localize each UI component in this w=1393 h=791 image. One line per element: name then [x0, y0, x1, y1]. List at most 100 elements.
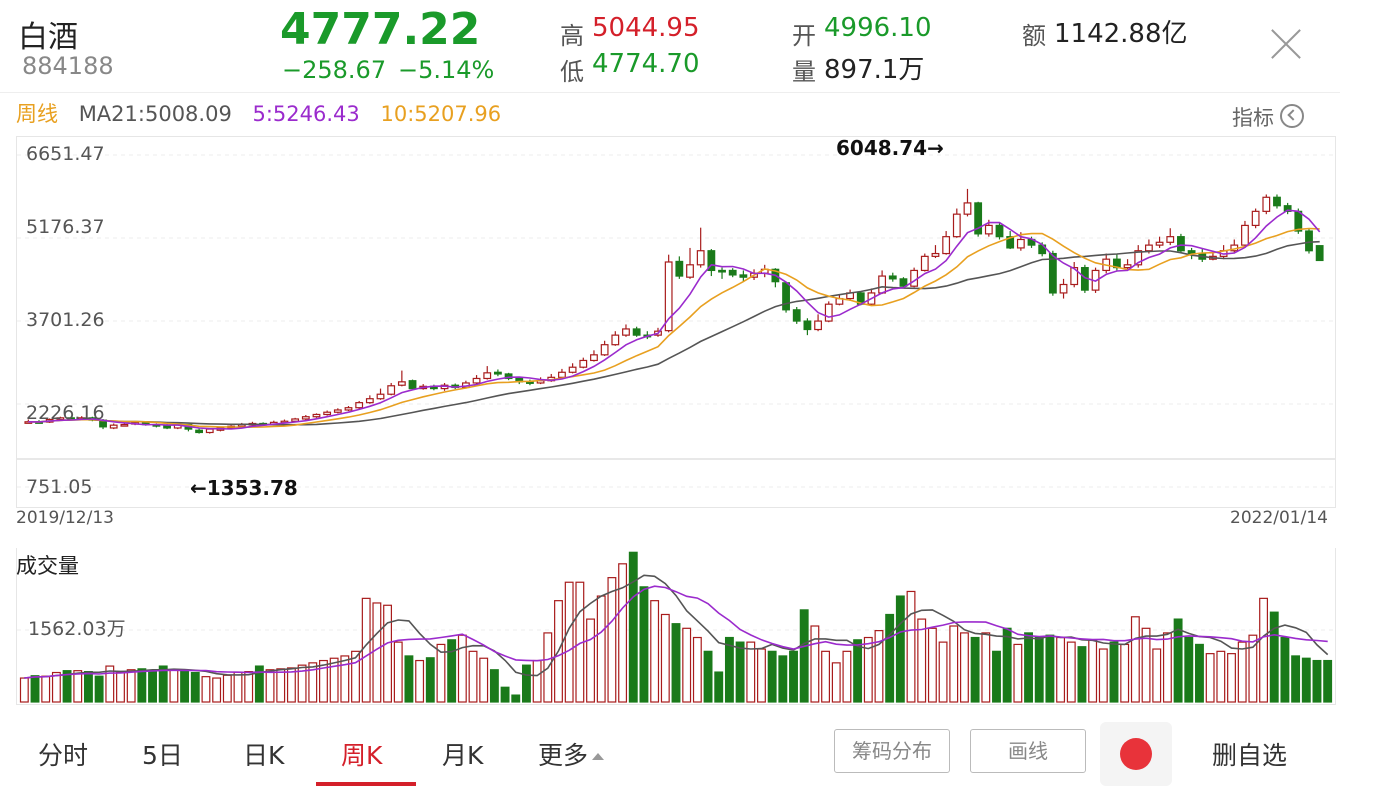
volume-chart[interactable] — [16, 548, 1336, 705]
candle-body — [814, 320, 822, 331]
open-label: 开 — [792, 22, 816, 50]
candle-body — [323, 411, 332, 416]
volume-bar — [1162, 632, 1172, 703]
open-value: 4996.10 — [824, 13, 932, 43]
volume-bar — [244, 670, 254, 703]
candle-body — [803, 320, 812, 331]
volume-bar — [393, 641, 403, 703]
volume-bar — [724, 636, 734, 703]
candle-body — [558, 371, 566, 378]
volume-title: 成交量 — [16, 554, 79, 578]
tab-weekly-k[interactable]: 周K — [341, 736, 382, 772]
volume-bar — [746, 641, 756, 703]
close-button[interactable] — [1270, 28, 1302, 60]
volume-bar — [511, 694, 521, 703]
volume-bar — [415, 659, 425, 703]
candle-body — [109, 424, 118, 429]
remove-watchlist-button[interactable]: 删自选 — [1212, 736, 1287, 772]
active-tab-underline — [316, 782, 416, 786]
candle-body — [782, 282, 790, 311]
volume-y-tick: 1562.03万 — [28, 618, 126, 640]
volume-bar — [73, 670, 83, 703]
candle-body — [301, 416, 310, 420]
tab-daily-k[interactable]: 日K — [243, 736, 284, 772]
volume-bar — [1259, 597, 1269, 703]
volume-bar — [981, 632, 991, 703]
period-tab-bar: 分时 5日 日K 周K 月K 更多 — [0, 716, 1393, 791]
candle-body — [1177, 236, 1185, 252]
price-change-percent: −5.14% — [398, 56, 495, 84]
volume-bar — [1130, 616, 1140, 703]
kline-svg — [17, 154, 1335, 488]
indicator-button[interactable]: 指标 — [1232, 102, 1304, 132]
volume-bar — [383, 604, 393, 703]
volume-bar — [372, 602, 382, 703]
volume-bar — [190, 671, 200, 703]
start-date: 2019/12/13 — [16, 508, 114, 528]
header-divider — [0, 92, 1340, 93]
candle-body — [1251, 210, 1260, 227]
volume-bar — [735, 641, 745, 703]
candle-body — [622, 328, 630, 336]
volume-bar — [83, 670, 93, 703]
volume-bar — [489, 669, 499, 703]
volume-bar — [692, 636, 702, 703]
period-label: 周线 — [16, 102, 58, 126]
tab-more-label: 更多 — [538, 741, 589, 770]
volume-bar — [286, 667, 296, 703]
volume-bar — [169, 669, 179, 703]
tab-5day[interactable]: 5日 — [142, 736, 183, 772]
candle-body — [205, 428, 214, 434]
volume-bar — [938, 641, 948, 703]
volume-bar — [682, 627, 692, 703]
volume-bar — [447, 639, 457, 703]
volume-bar — [853, 639, 863, 703]
volume-bar — [970, 636, 980, 703]
volume-bar — [992, 650, 1001, 703]
candle-body — [632, 328, 641, 336]
tab-intraday[interactable]: 分时 — [38, 736, 88, 772]
volume-bar — [778, 655, 788, 703]
volume-bar — [457, 634, 467, 703]
volume-bar — [1152, 648, 1162, 703]
indicator-label: 指标 — [1232, 106, 1274, 130]
draw-line-button[interactable]: 画线 — [970, 729, 1086, 773]
candle-body — [1315, 245, 1324, 262]
tab-monthly-k[interactable]: 月K — [442, 736, 483, 772]
max-annotation: 6048.74→ — [836, 136, 944, 160]
candle-body — [344, 407, 353, 411]
volume-bar — [703, 650, 713, 703]
volume-bar — [361, 597, 371, 703]
volume-bar — [1109, 641, 1119, 703]
volume-bar — [1045, 634, 1055, 703]
candle-body — [899, 278, 908, 287]
volume-bar — [1227, 653, 1236, 703]
candle-body — [1059, 283, 1068, 294]
volume-bar — [30, 675, 40, 703]
record-button[interactable] — [1100, 722, 1172, 786]
y-tick-2: 5176.37 — [26, 216, 105, 238]
candle-body — [1241, 224, 1249, 246]
volume-bar — [767, 650, 777, 703]
candle-body — [600, 344, 609, 356]
volume-bar — [436, 643, 446, 703]
volume-bar — [1034, 636, 1044, 703]
volume-bar — [1301, 657, 1311, 703]
kline-chart[interactable] — [16, 136, 1336, 508]
stock-code: 884188 — [22, 52, 114, 80]
candle-body — [291, 418, 300, 422]
y-tick-5: 751.05 — [26, 476, 93, 498]
amount-value: 1142.88亿 — [1054, 19, 1188, 49]
tab-more[interactable]: 更多 — [538, 736, 605, 772]
stock-name: 白酒 — [18, 20, 78, 55]
volume-bar — [1184, 636, 1194, 703]
chip-distribution-button[interactable]: 筹码分布 — [834, 729, 950, 773]
candle-body — [952, 213, 961, 238]
volume-bar — [1013, 643, 1023, 703]
volume-bar — [650, 600, 660, 703]
candle-body — [675, 260, 684, 277]
volume-bar — [596, 595, 606, 703]
candle-body — [792, 309, 801, 322]
volume-bar — [618, 563, 628, 703]
price-change: −258.67 — [282, 56, 387, 84]
